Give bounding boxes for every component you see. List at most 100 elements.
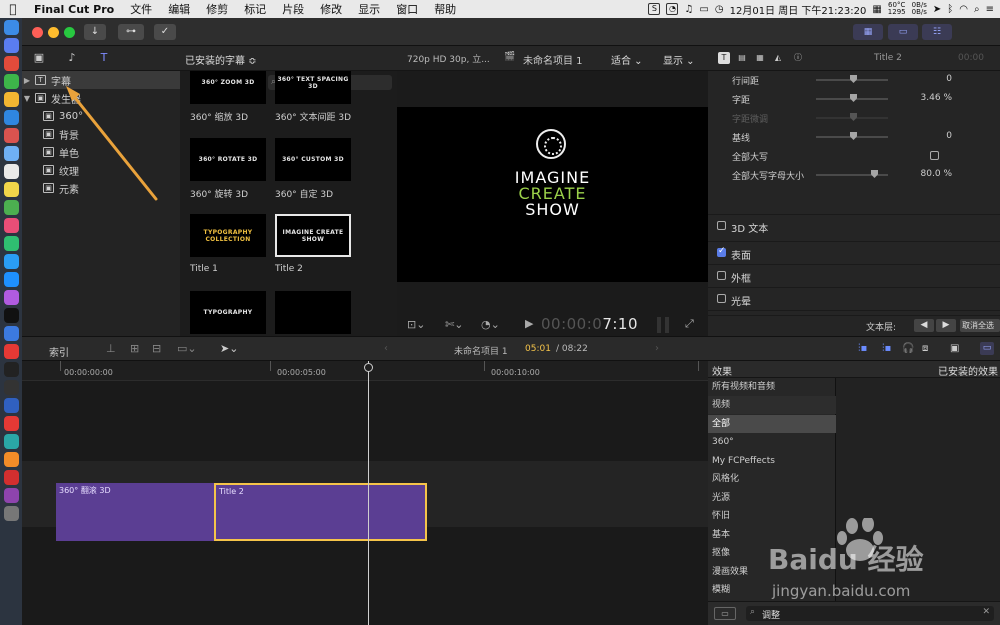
app-icon[interactable] [3,200,19,215]
menu-modify[interactable]: 修改 [312,1,350,17]
row-value[interactable]: 0 [946,74,952,84]
effects-category[interactable]: 模糊 [708,581,836,599]
effects-category[interactable]: 360° [708,433,836,451]
sidebar-item-textures[interactable]: ▣ 纹理 [22,161,180,179]
all-caps-checkbox[interactable] [930,151,939,160]
menu-view[interactable]: 显示 [350,1,388,17]
app-icon[interactable] [3,110,19,125]
overwrite-clip-icon[interactable]: ▭⌄ [177,342,197,355]
color-inspector-icon[interactable]: ◭ [772,52,784,64]
zoom-window-button[interactable] [64,27,75,38]
row-value[interactable]: 0 [946,131,952,141]
browser-title[interactable]: 已安装的字幕 ≎ [185,52,257,67]
playhead-handle[interactable] [364,363,373,372]
timecode-display[interactable]: 00:00:07:10 [541,315,638,333]
append-clip-icon[interactable]: ⊟ [152,342,161,355]
effects-category-selected[interactable]: 全部 [708,415,836,433]
app-icon[interactable] [3,218,19,233]
launchpad-icon[interactable] [3,38,19,53]
menu-file[interactable]: 文件 [122,1,160,17]
disclosure-icon[interactable]: ▼ [22,94,32,103]
info-inspector-icon[interactable]: ⓘ [792,52,804,64]
background-tasks-button[interactable]: ✓ [154,24,176,40]
clock-icon[interactable]: ◷ [715,4,724,15]
notes-icon[interactable] [3,182,19,197]
music-icon[interactable]: ♫ [684,4,693,15]
sidebar-item-360[interactable]: ▣ 360° [22,107,180,125]
menu-app-name[interactable]: Final Cut Pro [26,3,122,16]
titles-generators-icon[interactable]: T [96,51,112,65]
effects-category[interactable]: 漫画效果 [708,563,836,581]
app-icon[interactable] [3,290,19,305]
datetime[interactable]: 12月01日 周日 下午21:23:20 [730,2,867,17]
search-icon[interactable]: ⌕ [974,4,980,15]
row-value[interactable]: 80.0 % [921,169,952,179]
video-inspector-icon[interactable]: ▦ [754,52,766,64]
transform-icon[interactable]: ⊡⌄ [407,318,425,331]
section-glow[interactable]: 光晕 [708,287,1000,310]
trash-icon[interactable] [3,506,19,521]
next-layer-button[interactable]: ▶ [936,319,956,332]
minimize-window-button[interactable] [48,27,59,38]
effects-category[interactable]: 抠像 [708,544,836,562]
grid-icon[interactable]: ▦ [872,4,881,15]
timeline-clip-selected[interactable]: Title 2 [214,483,427,541]
layout-browser-icon[interactable]: ▦ [853,24,883,40]
connect-clip-icon[interactable]: ⊥ [106,342,116,355]
prev-layer-button[interactable]: ◀ [914,319,934,332]
sidebar-item-generators[interactable]: ▼ ▣ 发生器 [22,89,180,107]
title-thumbnail[interactable]: 360° CUSTOM 3D [275,138,351,181]
sidebar-item-titles[interactable]: ▶ T 字幕 [22,71,180,89]
appletv-icon[interactable] [3,308,19,323]
apple-menu-icon[interactable]:  [0,2,26,16]
import-button[interactable]: ↓ [84,24,106,40]
insert-clip-icon[interactable]: ⊞ [130,342,139,355]
app-icon[interactable] [3,128,19,143]
section-face[interactable]: 表面 [708,241,1000,264]
section-checkbox[interactable] [717,246,726,257]
badge-icon[interactable]: ◔ [666,3,679,15]
yandex-icon[interactable] [3,416,19,431]
slider-knob[interactable] [850,75,857,83]
text-inspector-icon[interactable]: T [718,52,730,64]
effects-search-field[interactable]: ⌕ 调整 ✕ [746,606,994,621]
row-value[interactable]: 3.46 % [921,93,952,103]
section-checkbox[interactable] [717,271,726,280]
app-icon[interactable] [3,56,19,71]
bluetooth-icon[interactable]: ᛒ [947,4,953,15]
play-button[interactable]: ▶ [525,317,533,330]
effects-category[interactable]: 视频 [708,396,836,414]
app-icon[interactable] [3,254,19,269]
app-icon[interactable] [3,146,19,161]
app-icon[interactable] [3,470,19,485]
sidebar-item-elements[interactable]: ▣ 元素 [22,179,180,197]
title-thumbnail[interactable] [275,291,351,334]
title-thumbnail[interactable]: 360° ROTATE 3D [190,138,266,181]
timeline[interactable]: 00:00:00:00 00:00:05:00 00:00:10:00 360°… [22,361,708,625]
title-thumbnail[interactable]: TYPOGRAPHY COLLECTION [190,214,266,257]
viewer-canvas[interactable]: IMAGINE CREATE SHOW [397,107,708,282]
effects-category[interactable]: 所有视频和音频 [708,378,836,396]
menu-window[interactable]: 窗口 [388,1,426,17]
format-label[interactable]: 720p HD 30p, 立... [407,52,490,65]
slider-knob[interactable] [850,94,857,102]
battery-status-icon[interactable]: ▭ [699,4,708,15]
playhead[interactable] [368,361,369,625]
effects-category[interactable]: 基本 [708,526,836,544]
title-thumbnail-selected[interactable]: IMAGINE CREATE SHOW [275,214,351,257]
effects-browser-icon[interactable]: ▭ [980,342,994,355]
wifi-icon[interactable]: ◠ [959,4,968,15]
sidebar-item-solids[interactable]: ▣ 单色 [22,143,180,161]
timeline-clip[interactable]: 360° 翻滚 3D [56,483,214,541]
select-tool-icon[interactable]: ➤⌄ [220,342,238,355]
enhance-icon[interactable]: ✄⌄ [445,318,463,331]
arrow-icon[interactable]: ➤ [933,4,941,15]
section-3d-text[interactable]: 3D 文本 [708,214,1000,237]
layout-timeline-icon[interactable]: ▭ [888,24,918,40]
layout-inspector-icon[interactable]: ☷ [922,24,952,40]
back-arrow-icon[interactable]: ‹ [384,343,388,354]
close-window-button[interactable] [32,27,43,38]
menu-help[interactable]: 帮助 [426,1,464,17]
app-icon[interactable] [3,434,19,449]
slider-knob[interactable] [850,132,857,140]
